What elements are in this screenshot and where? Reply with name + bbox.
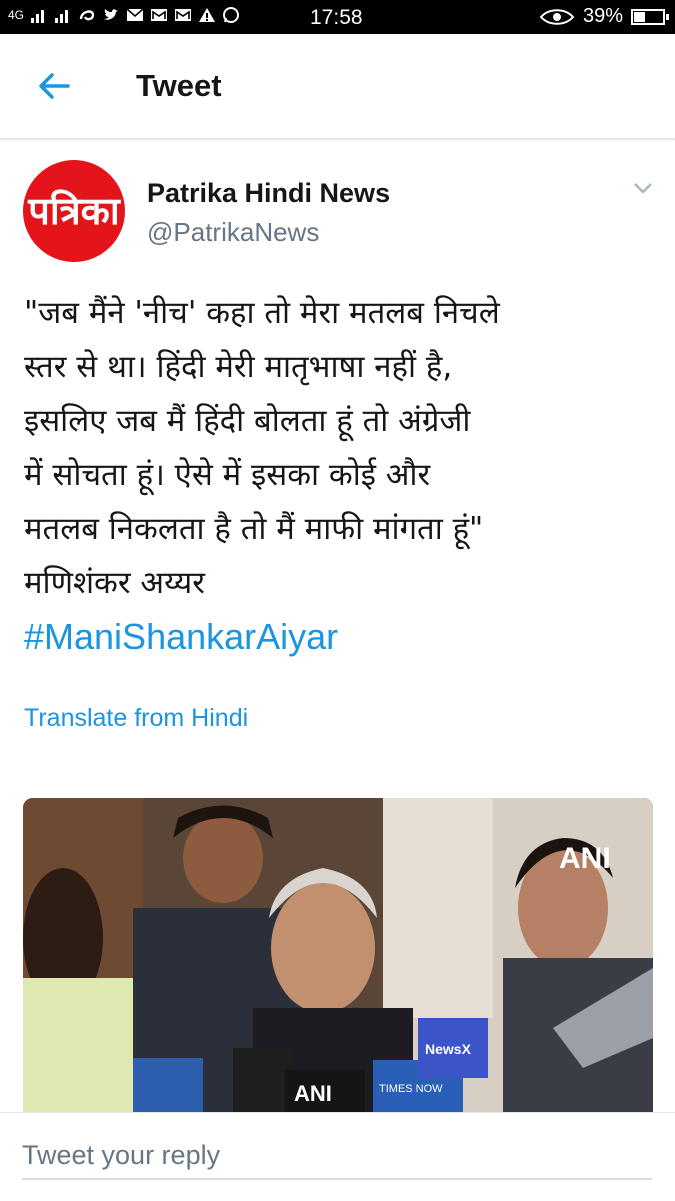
mic-label: TIMES NOW — [379, 1083, 443, 1095]
translate-link[interactable]: Translate from Hindi — [24, 704, 248, 733]
message-icon — [126, 8, 144, 21]
tweet-text-line: स्तर से था। हिंदी मेरी मातृभाषा नहीं है, — [24, 349, 453, 385]
gmail-icon-2 — [175, 9, 192, 21]
network-label: 4G — [8, 8, 25, 22]
mic-label: NewsX — [425, 1041, 472, 1057]
arrow-left-icon[interactable] — [34, 68, 74, 104]
tweet-text: "जब मैंने 'नीच' कहा तो मेरा मतलब निचले स… — [24, 286, 654, 664]
battery-level — [634, 11, 645, 22]
chevron-down-icon[interactable] — [632, 180, 654, 196]
airtel-icon — [79, 10, 95, 21]
avatar[interactable]: पत्रिका — [23, 160, 125, 262]
whatsapp-icon — [223, 7, 240, 23]
signal-icon — [31, 10, 45, 23]
warning-icon — [199, 8, 216, 22]
tweet-text-line: इसलिए जब मैं हिंदी बोलता हूं तो अंग्रेजी — [24, 403, 471, 439]
app-header: Tweet — [0, 34, 675, 140]
status-icons-left: 4G — [8, 6, 240, 24]
tweet-text-line: "जब मैंने 'नीच' कहा तो मेरा मतलब निचले — [24, 295, 500, 331]
tweet-media[interactable]: ANI TIMES NOW NewsX ANI — [23, 798, 653, 1112]
mic-label: ANI — [294, 1081, 332, 1106]
media-watermark: ANI — [559, 842, 611, 875]
page-title: Tweet — [136, 68, 222, 103]
status-icons-right: 39% — [539, 5, 669, 28]
tweet-text-line: मणिशंकर अय्यर — [24, 565, 205, 601]
tweet-text-line: में सोचता हूं। ऐसे में इसका कोई और — [24, 457, 431, 493]
gmail-icon — [151, 9, 168, 21]
media-photo: ANI TIMES NOW NewsX ANI — [23, 798, 653, 1112]
hashtag-link[interactable]: #ManiShankarAiyar — [24, 610, 654, 664]
battery-icon — [631, 8, 669, 25]
reply-input[interactable] — [22, 1132, 652, 1180]
avatar-logo-text: पत्रिका — [26, 189, 122, 233]
status-time: 17:58 — [310, 6, 363, 29]
eye-icon — [539, 8, 575, 25]
status-bar: 4G 17:58 39% — [0, 0, 675, 34]
twitter-icon — [104, 9, 119, 20]
tweet-text-line: मतलब निकलता है तो मैं माफी मांगता हूं" — [24, 511, 484, 547]
battery-percent: 39% — [582, 5, 623, 27]
author-handle[interactable]: @PatrikaNews — [147, 217, 319, 248]
signal-icon-2 — [55, 10, 69, 23]
author-name[interactable]: Patrika Hindi News — [147, 178, 390, 209]
